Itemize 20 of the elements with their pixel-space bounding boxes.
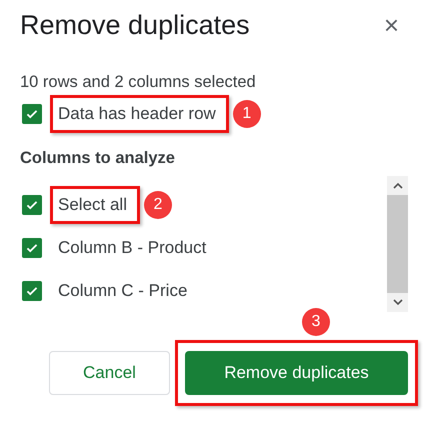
scroll-down-icon[interactable] [392,299,402,306]
checkbox-label[interactable]: Column C - Price [50,272,200,310]
checkbox[interactable] [22,238,42,258]
step-badge: 3 [302,308,330,336]
step-badge: 2 [144,190,172,218]
remove-duplicates-button[interactable]: Remove duplicates [185,351,408,395]
close-button[interactable]: × [384,10,399,41]
checkbox-label[interactable]: Data has header row [50,94,229,132]
checkbox-label[interactable]: Select all [50,186,140,224]
checkbox-label[interactable]: Column B - Product [50,228,220,266]
dialog-title: Remove duplicates [20,10,250,41]
scrollbar[interactable] [387,176,408,312]
selection-summary: 10 rows and 2 columns selected [20,73,257,92]
checkbox[interactable] [22,280,42,300]
checkbox[interactable] [22,194,42,214]
step-badge: 1 [232,100,261,128]
section-heading: Columns to analyze [20,149,176,168]
cancel-button[interactable]: Cancel [49,351,170,395]
scroll-up-icon[interactable] [392,182,402,189]
checkbox[interactable] [22,104,42,124]
